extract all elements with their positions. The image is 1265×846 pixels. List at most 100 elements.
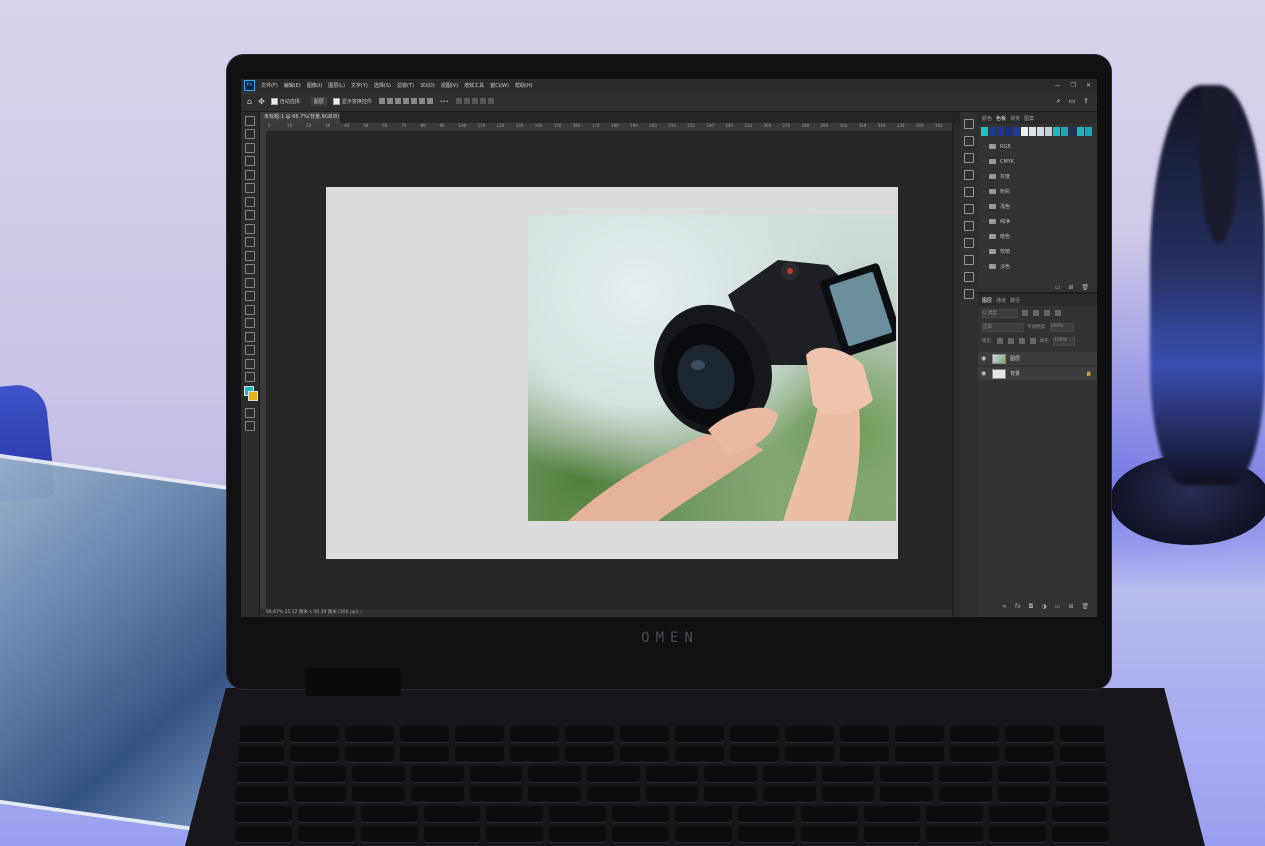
add-mask-icon[interactable]: ◘ [1029,603,1034,610]
workspace-icon[interactable]: ▭ [1069,97,1076,106]
color-icon[interactable] [964,255,974,265]
marquee-tool-icon[interactable] [245,129,255,139]
properties-icon[interactable] [964,136,974,146]
magic-wand-tool-icon[interactable] [245,156,255,166]
new-group-icon[interactable]: ▭ [1055,603,1061,610]
frame-tool-icon[interactable] [245,183,255,193]
search-icon[interactable]: ⌕ [1057,97,1061,106]
glyphs-icon[interactable] [964,221,974,231]
crop-tool-icon[interactable] [245,169,255,180]
swatch-folder[interactable]: › 粉彩 [978,184,1097,199]
tab-paths[interactable]: 路径 [1010,297,1020,304]
history-icon[interactable] [964,119,974,129]
document-tab[interactable]: 未标题-1 @ 66.7%(背景,RGB/8) [260,112,340,123]
color-swatch[interactable] [1037,127,1044,136]
layer-row[interactable]: ◉ 背景 🔒 [978,367,1097,380]
swatch-folder[interactable]: › 淡色 [978,259,1097,274]
move-tool-icon[interactable] [245,115,255,126]
3d-icon[interactable] [964,238,974,248]
menu-window[interactable]: 窗口(W) [490,82,509,89]
history-brush-tool-icon[interactable] [245,250,255,261]
lasso-tool-icon[interactable] [245,142,255,153]
swatch-folder[interactable]: › 浅色 [978,199,1097,214]
color-swatches[interactable] [241,382,259,404]
pen-tool-icon[interactable] [245,291,255,301]
paragraph-icon[interactable] [964,187,974,197]
lock-all-icon[interactable] [1029,338,1036,344]
tab-swatches[interactable]: 色板 [996,115,1006,122]
color-swatch[interactable] [981,127,988,136]
color-swatch[interactable] [997,127,1004,136]
menu-3d[interactable]: 3D(D) [420,83,435,89]
swatch-folder[interactable]: › CMYK [978,154,1097,169]
eraser-tool-icon[interactable] [245,264,255,274]
auto-select-checkbox[interactable]: 自动选择： [270,98,305,105]
fill-input[interactable]: 100% [1053,336,1076,346]
lock-pixels-icon[interactable] [1007,338,1014,344]
learn-icon[interactable] [964,289,974,299]
color-swatch[interactable] [1005,127,1012,136]
3d-mode-buttons[interactable] [455,97,495,106]
menu-image[interactable]: 图像(I) [307,82,322,89]
opacity-input[interactable]: 100% [1049,322,1074,332]
new-swatch-icon[interactable]: ⊞ [1068,284,1073,291]
menu-file[interactable]: 文件(F) [261,82,278,89]
move-tool-icon[interactable]: ✥ [258,97,265,106]
delete-icon[interactable]: 🗑 [1081,284,1089,291]
tab-patterns[interactable]: 图案 [1024,115,1034,122]
layer-row[interactable]: ◉ 图层 [978,352,1097,365]
menu-edit[interactable]: 编辑(E) [284,82,301,89]
align-buttons[interactable] [378,97,434,106]
type-tool-icon[interactable] [245,304,255,315]
layer-kind-filter[interactable]: Q 类型 [982,308,1018,318]
share-icon[interactable]: ⇪ [1083,97,1089,106]
zoom-tool-icon[interactable] [245,358,255,369]
adjustment-layer-icon[interactable]: ◑ [1041,603,1046,610]
menu-view[interactable]: 视图(V) [441,82,458,89]
brush-settings-icon[interactable] [964,204,974,214]
layer-select-dropdown[interactable]: 图层 [310,97,327,106]
swatch-folder[interactable]: › RGB [978,139,1097,154]
color-swatch[interactable] [1045,127,1052,136]
lock-position-icon[interactable] [1018,338,1025,344]
menu-select[interactable]: 选择(S) [374,82,391,89]
libraries-icon[interactable] [964,272,974,282]
hand-tool-icon[interactable] [245,345,255,355]
layer-style-icon[interactable]: fx [1015,603,1021,610]
link-layers-icon[interactable]: ∞ [1002,603,1007,610]
tab-color[interactable]: 颜色 [982,115,992,122]
eye-icon[interactable]: ◉ [981,355,988,362]
color-swatch[interactable] [1013,127,1020,136]
path-selection-tool-icon[interactable] [245,318,255,328]
gradient-tool-icon[interactable] [245,277,255,288]
healing-brush-tool-icon[interactable] [245,210,255,220]
delete-layer-icon[interactable]: 🗑 [1081,603,1089,610]
more-tools-icon[interactable] [245,372,255,382]
new-group-icon[interactable]: ▭ [1055,284,1061,291]
menu-plugins[interactable]: 增效工具 [464,82,484,89]
filter-shape-icon[interactable] [1055,310,1061,316]
filter-pixel-icon[interactable] [1022,310,1028,316]
rectangle-tool-icon[interactable] [245,331,255,342]
lock-transparent-icon[interactable] [996,338,1003,344]
blend-mode-select[interactable]: 正常 [982,322,1024,332]
eyedropper-tool-icon[interactable] [245,196,255,207]
clone-stamp-tool-icon[interactable] [245,237,255,247]
swatch-folder[interactable]: › 灰度 [978,169,1097,184]
menu-layer[interactable]: 图层(L) [328,82,345,89]
color-swatch[interactable] [1053,127,1060,136]
color-swatch[interactable] [989,127,996,136]
brush-tool-icon[interactable] [245,223,255,234]
placed-photo-layer[interactable] [528,215,896,521]
background-color-swatch[interactable] [248,391,258,401]
menu-help[interactable]: 帮助(H) [515,82,533,89]
menu-filter[interactable]: 滤镜(T) [397,82,414,89]
more-options-button[interactable]: ••• [440,99,449,105]
tab-gradients[interactable]: 渐变 [1010,115,1020,122]
swatch-folder[interactable]: › 暗色 [978,229,1097,244]
color-swatch[interactable] [1069,127,1076,136]
tab-layers[interactable]: 图层 [982,297,992,304]
menu-type[interactable]: 文字(Y) [351,82,368,89]
color-swatch[interactable] [1061,127,1068,136]
filter-type-icon[interactable] [1044,310,1050,316]
